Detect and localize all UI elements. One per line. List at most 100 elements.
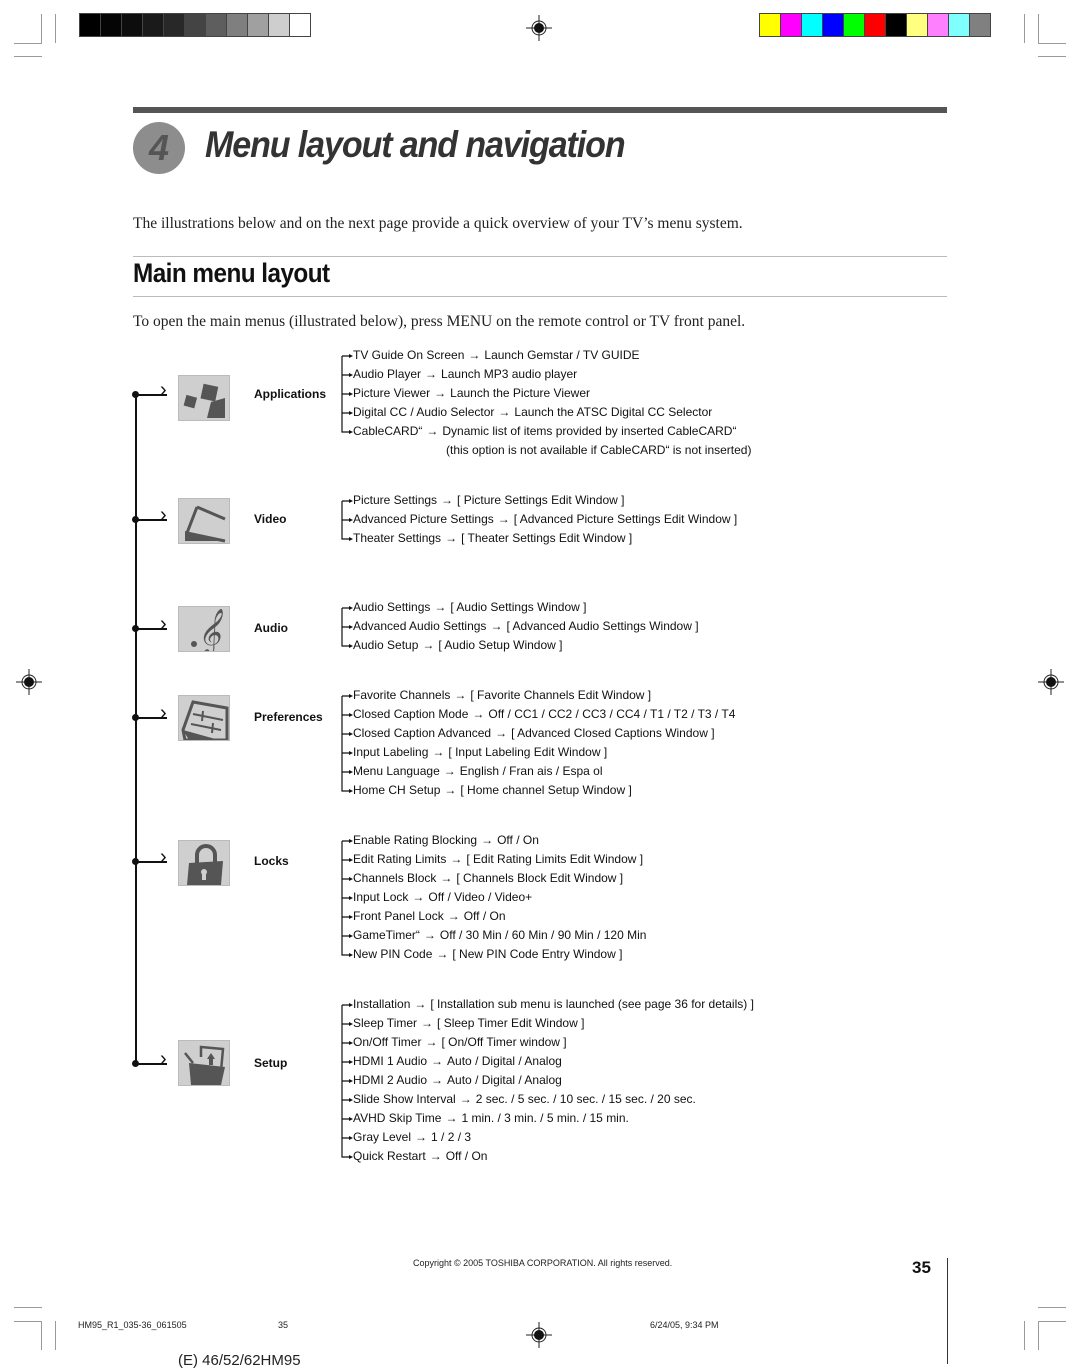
submenu-item-name: Closed Caption Advanced xyxy=(353,726,492,740)
arrow-right-icon: → xyxy=(412,890,425,904)
submenu-item-name: TV Guide On Screen xyxy=(353,348,465,362)
submenu-item-text: CableCARD“ → Dynamic list of items provide… xyxy=(353,422,736,441)
arrow-right-icon: → xyxy=(440,871,453,885)
submenu-item-text: Front Panel Lock → Off / On xyxy=(353,907,506,926)
submenu-item-text: Menu Language → English / Fran ais / Espa … xyxy=(353,762,602,781)
submenu-item-value: [ Picture Settings Edit Window ] xyxy=(457,493,625,507)
color-swatch xyxy=(802,14,822,36)
padlock-icon[interactable] xyxy=(178,840,230,886)
menu-label-video[interactable]: Video xyxy=(254,512,286,526)
submenu-item-name: Input Lock xyxy=(353,890,409,904)
arrow-right-icon: → xyxy=(472,707,485,721)
video-icon[interactable] xyxy=(178,498,230,544)
submenu-item-name: Sleep Timer xyxy=(353,1016,418,1030)
submenu-item-text: Edit Rating Limits →[ Edit Rating Limits … xyxy=(353,850,643,869)
color-swatch xyxy=(823,14,843,36)
model-number: (E) 46/52/62HM95 xyxy=(178,1352,301,1369)
crop-mark xyxy=(1038,43,1066,44)
tree-connector xyxy=(340,403,353,422)
submenu-item-value: 1 min. / 3 min. / 5 min. / 15 min. xyxy=(461,1111,629,1125)
arrow-right-icon: → xyxy=(434,386,447,400)
submenu-item-text: New PIN Code →[ New PIN Code Entry Window… xyxy=(353,945,622,964)
crop-mark xyxy=(14,1321,42,1322)
submenu-item-text: GameTimer“ → Off / 30 Min / 60 Min / 90 Mi… xyxy=(353,926,646,945)
section-rule-top xyxy=(133,256,947,257)
arrow-head-icon: › xyxy=(160,613,167,635)
submenu-item-value: English / Fran ais / Espa ol xyxy=(459,764,603,778)
color-swatch xyxy=(122,14,142,36)
crop-mark xyxy=(55,1321,56,1350)
submenu-item-name: CableCARD“ xyxy=(353,424,423,438)
submenu-item-name: GameTimer“ xyxy=(353,928,420,942)
tree-connector xyxy=(340,1014,353,1033)
chapter-title: Menu layout and navigation xyxy=(205,124,626,165)
menu-label-audio[interactable]: Audio xyxy=(254,621,288,635)
crop-mark xyxy=(41,14,42,43)
sliders-icon[interactable] xyxy=(178,695,230,742)
tree-connector xyxy=(340,346,353,365)
arrow-right-icon: → xyxy=(425,367,438,381)
menu-label-locks[interactable]: Locks xyxy=(254,854,289,868)
submenu-item-name: Front Panel Lock xyxy=(353,909,444,923)
submenu-item-text: HDMI 1 Audio → Auto / Digital / Analog xyxy=(353,1052,562,1071)
submenu-item-text: Closed Caption Advanced →[ Advanced Close… xyxy=(353,724,715,743)
arrow-right-icon: → xyxy=(445,531,458,545)
color-swatch xyxy=(928,14,948,36)
color-swatch xyxy=(970,14,990,36)
color-swatch xyxy=(80,14,100,36)
submenu-item-text: Enable Rating Blocking → Off / On xyxy=(353,831,539,850)
tree-connector xyxy=(340,831,353,850)
color-swatch xyxy=(907,14,927,36)
submenu-item-text: Audio Setup →[ Audio Setup Window ] xyxy=(353,636,562,655)
crop-mark xyxy=(14,1307,42,1308)
submenu-item-name: Theater Settings xyxy=(353,531,442,545)
arrow-right-icon: → xyxy=(429,1149,442,1163)
tree-connector xyxy=(340,491,353,510)
setup-toolbox-icon[interactable] xyxy=(178,1040,230,1086)
arrow-right-icon: → xyxy=(431,1073,444,1087)
submenu-item-value: [ Audio Settings Window ] xyxy=(450,600,587,614)
section-title: Main menu layout xyxy=(133,258,330,288)
tree-connector xyxy=(340,598,353,617)
submenu-item-value: Auto / Digital / Analog xyxy=(447,1073,562,1087)
submenu-item-name: Quick Restart xyxy=(353,1149,426,1163)
submenu-item-value: [ New PIN Code Entry Window ] xyxy=(452,947,623,961)
copyright-notice: Copyright © 2005 TOSHIBA CORPORATION. Al… xyxy=(413,1258,673,1268)
section-rule-bottom xyxy=(133,296,947,297)
submenu-item-text: Audio Player → Launch MP3 audio player xyxy=(353,365,577,384)
arrow-head-icon: › xyxy=(160,379,167,401)
tree-connector xyxy=(340,945,353,964)
tree-connector xyxy=(340,1052,353,1071)
arrow-right-icon: → xyxy=(443,764,456,778)
submenu-item-text: Digital CC / Audio Selector → Launch the A… xyxy=(353,403,712,422)
submenu-item-value: Dynamic list of items provided by insert… xyxy=(442,424,737,438)
tree-connector xyxy=(340,926,353,945)
submenu-item-value: 2 sec. / 5 sec. / 10 sec. / 15 sec. / 20… xyxy=(475,1092,696,1106)
submenu-item-text: HDMI 2 Audio → Auto / Digital / Analog xyxy=(353,1071,562,1090)
menu-label-setup[interactable]: Setup xyxy=(254,1056,287,1070)
tree-connector xyxy=(340,888,353,907)
menu-label-applications[interactable]: Applications xyxy=(254,387,326,401)
applications-icon[interactable] xyxy=(178,375,230,421)
menu-label-preferences[interactable]: Preferences xyxy=(254,710,323,724)
chapter-top-rule xyxy=(133,107,947,113)
tree-connector xyxy=(340,869,353,888)
submenu-item-text: TV Guide On Screen → Launch Gemstar / TV G… xyxy=(353,346,640,365)
submenu-item-name: Gray Level xyxy=(353,1130,412,1144)
submenu-item-text: Channels Block →[ Channels Block Edit Win… xyxy=(353,869,623,888)
submenu-item-text: Advanced Audio Settings →[ Advanced Audio… xyxy=(353,617,699,636)
page-edge-rule xyxy=(947,1258,948,1364)
submenu-item-value: Off / On xyxy=(445,1149,488,1163)
submenu-item-value: Off / Video / Video+ xyxy=(428,890,533,904)
submenu-item-text: Closed Caption Mode → Off / CC1 / CC2 / CC… xyxy=(353,705,735,724)
submenu-item-name: Home CH Setup xyxy=(353,783,441,797)
arrow-head-icon: › xyxy=(160,504,167,526)
submenu-item-value: 1 / 2 / 3 xyxy=(431,1130,472,1144)
submenu-item-name: Advanced Picture Settings xyxy=(353,512,494,526)
tree-connector xyxy=(340,617,353,636)
menu-tree-trunk xyxy=(135,394,137,1064)
crop-mark xyxy=(1038,1321,1066,1322)
tree-connector xyxy=(340,1128,353,1147)
crop-mark xyxy=(55,14,56,43)
treble-clef-icon[interactable]: 𝄞 xyxy=(178,606,230,657)
